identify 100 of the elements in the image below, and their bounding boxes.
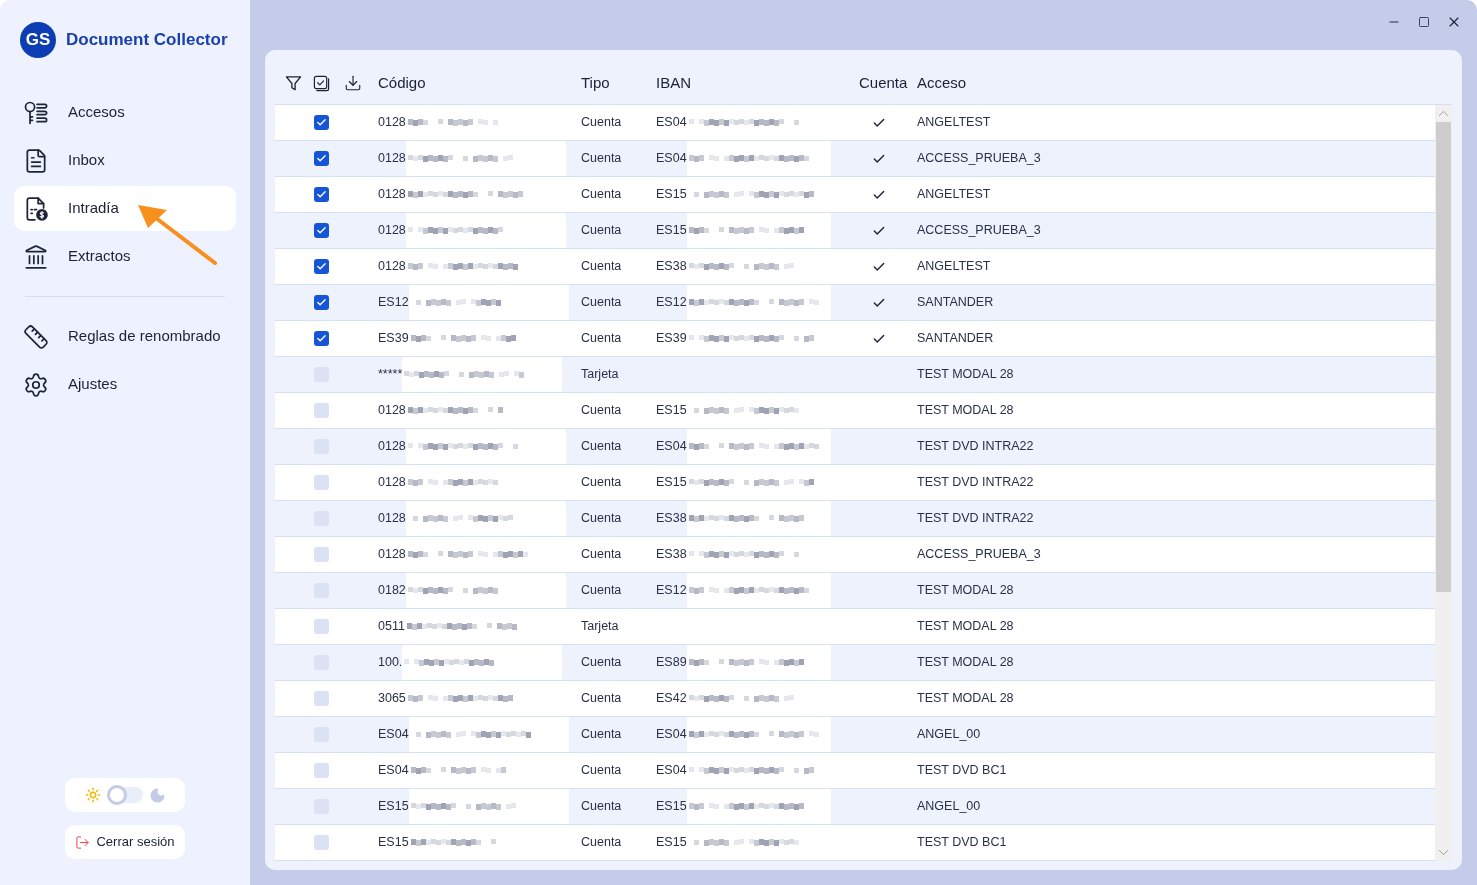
row-checkbox[interactable] — [314, 475, 329, 490]
row-checkbox[interactable] — [314, 403, 329, 418]
nav-item[interactable]: Extractos — [14, 234, 236, 279]
code-cell-text: ES15 — [378, 798, 409, 816]
iban-cell-text: ES12 — [656, 294, 687, 312]
type-cell-text: Cuenta — [581, 150, 622, 168]
type-cell-text: Cuenta — [581, 762, 622, 780]
code-cell-text: 0128 — [378, 258, 406, 276]
code-cell-text: 0128 — [378, 186, 406, 204]
iban-cell-text: ES04 — [656, 726, 687, 744]
code-cell-text: ES12 — [378, 294, 409, 312]
iban-cell-text: ES15 — [656, 186, 687, 204]
logout-button[interactable]: Cerrar sesión — [65, 825, 185, 859]
access-cell-text: TEST DVD BC1 — [917, 762, 1007, 780]
type-cell-text: Cuenta — [581, 582, 622, 600]
iban-cell-text: ES38 — [656, 546, 687, 564]
row-checkbox[interactable] — [314, 115, 329, 130]
type-cell-text: Cuenta — [581, 114, 622, 132]
code-cell-text: 0128 — [378, 438, 406, 456]
nav-item[interactable]: Ajustes — [14, 362, 236, 407]
code-cell-text: 0128 — [378, 222, 406, 240]
access-cell-text: TEST MODAL 28 — [917, 366, 1014, 384]
nav-item[interactable]: Intradía — [14, 186, 236, 231]
type-cell-text: Cuenta — [581, 546, 622, 564]
download-icon — [344, 74, 362, 92]
code-cell-text: 0128 — [378, 114, 406, 132]
row-checkbox[interactable] — [314, 259, 329, 274]
column-header: Código — [378, 72, 427, 93]
iban-cell-text: ES38 — [656, 510, 687, 528]
code-cell-text: ES04 — [378, 762, 409, 780]
type-cell-text: Cuenta — [581, 654, 622, 672]
type-cell-text: Cuenta — [581, 798, 622, 816]
access-cell-text: ACCESS_PRUEBA_3 — [917, 546, 1041, 564]
row-checkbox[interactable] — [314, 547, 329, 562]
access-cell-text: ACCESS_PRUEBA_3 — [917, 222, 1041, 240]
row-checkbox[interactable] — [314, 763, 329, 778]
code-cell-text: 0128 — [378, 150, 406, 168]
code-cell-text: ***** — [378, 366, 403, 384]
access-cell-text: TEST DVD INTRA22 — [917, 438, 1034, 456]
iban-cell-text: ES15 — [656, 402, 687, 420]
row-checkbox[interactable] — [314, 295, 329, 310]
row-checkbox[interactable] — [314, 835, 329, 850]
access-cell-text: ACCESS_PRUEBA_3 — [917, 150, 1041, 168]
access-cell-text: SANTANDER — [917, 330, 994, 348]
iban-cell-text: ES12 — [656, 582, 687, 600]
iban-cell-text: ES04 — [656, 114, 687, 132]
code-cell-text: ES04 — [378, 726, 409, 744]
logo-badge: GS — [20, 22, 56, 58]
iban-cell-text: ES04 — [656, 150, 687, 168]
type-cell-text: Cuenta — [581, 186, 622, 204]
row-checkbox[interactable] — [314, 187, 329, 202]
nav-item[interactable]: Reglas de renombrado — [14, 314, 236, 359]
sun-icon — [84, 787, 101, 803]
filter-icon — [285, 74, 302, 92]
row-checkbox[interactable] — [314, 331, 329, 346]
iban-cell-text: ES15 — [656, 834, 687, 852]
code-cell-text: 3065 — [378, 690, 406, 708]
iban-cell-text: ES89 — [656, 654, 687, 672]
code-cell-text: ES39 — [378, 330, 409, 348]
access-cell-text: TEST MODAL 28 — [917, 402, 1014, 420]
row-checkbox[interactable] — [314, 691, 329, 706]
filter-button[interactable] — [285, 74, 302, 92]
type-cell-text: Cuenta — [581, 402, 622, 420]
iban-cell-text: ES15 — [656, 798, 687, 816]
code-cell-text: 0128 — [378, 546, 406, 564]
checkmark-icon — [316, 189, 327, 200]
document-coin-icon — [23, 195, 49, 222]
nav-item[interactable]: Inbox — [14, 138, 236, 183]
access-cell-text: TEST MODAL 28 — [917, 690, 1014, 708]
row-checkbox[interactable] — [314, 151, 329, 166]
access-cell-text: TEST DVD INTRA22 — [917, 474, 1034, 492]
moon-icon — [148, 786, 166, 804]
checkmark-icon — [316, 333, 327, 344]
app-title: Document Collector — [66, 29, 228, 52]
nav-item[interactable]: Accesos — [14, 90, 236, 135]
column-header: Tipo — [581, 72, 611, 93]
code-cell-text: 0182 — [378, 582, 406, 600]
row-checkbox[interactable] — [314, 619, 329, 634]
select-all-button[interactable] — [313, 74, 330, 92]
code-cell-text: 100. — [378, 654, 403, 672]
scrollbar[interactable] — [1435, 105, 1452, 861]
iban-cell-text: ES04 — [656, 762, 687, 780]
type-cell-text: Cuenta — [581, 222, 622, 240]
type-cell-text: Cuenta — [581, 258, 622, 276]
theme-toggle[interactable] — [106, 787, 143, 803]
row-checkbox[interactable] — [314, 223, 329, 238]
type-cell-text: Cuenta — [581, 726, 622, 744]
access-cell-text: TEST MODAL 28 — [917, 618, 1014, 636]
access-cell-text: ANGELTEST — [917, 258, 991, 276]
maximize-icon — [1418, 16, 1430, 28]
checkmark-icon — [316, 117, 327, 128]
key-list-icon — [23, 99, 49, 126]
settings-icon — [23, 371, 49, 398]
iban-cell-text: ES39 — [656, 330, 687, 348]
type-cell-text: Cuenta — [581, 834, 622, 852]
code-cell-text: 0128 — [378, 510, 406, 528]
download-button[interactable] — [344, 74, 362, 92]
type-cell-text: Cuenta — [581, 438, 622, 456]
column-header: IBAN — [656, 72, 692, 93]
type-cell-text: Tarjeta — [581, 618, 619, 636]
